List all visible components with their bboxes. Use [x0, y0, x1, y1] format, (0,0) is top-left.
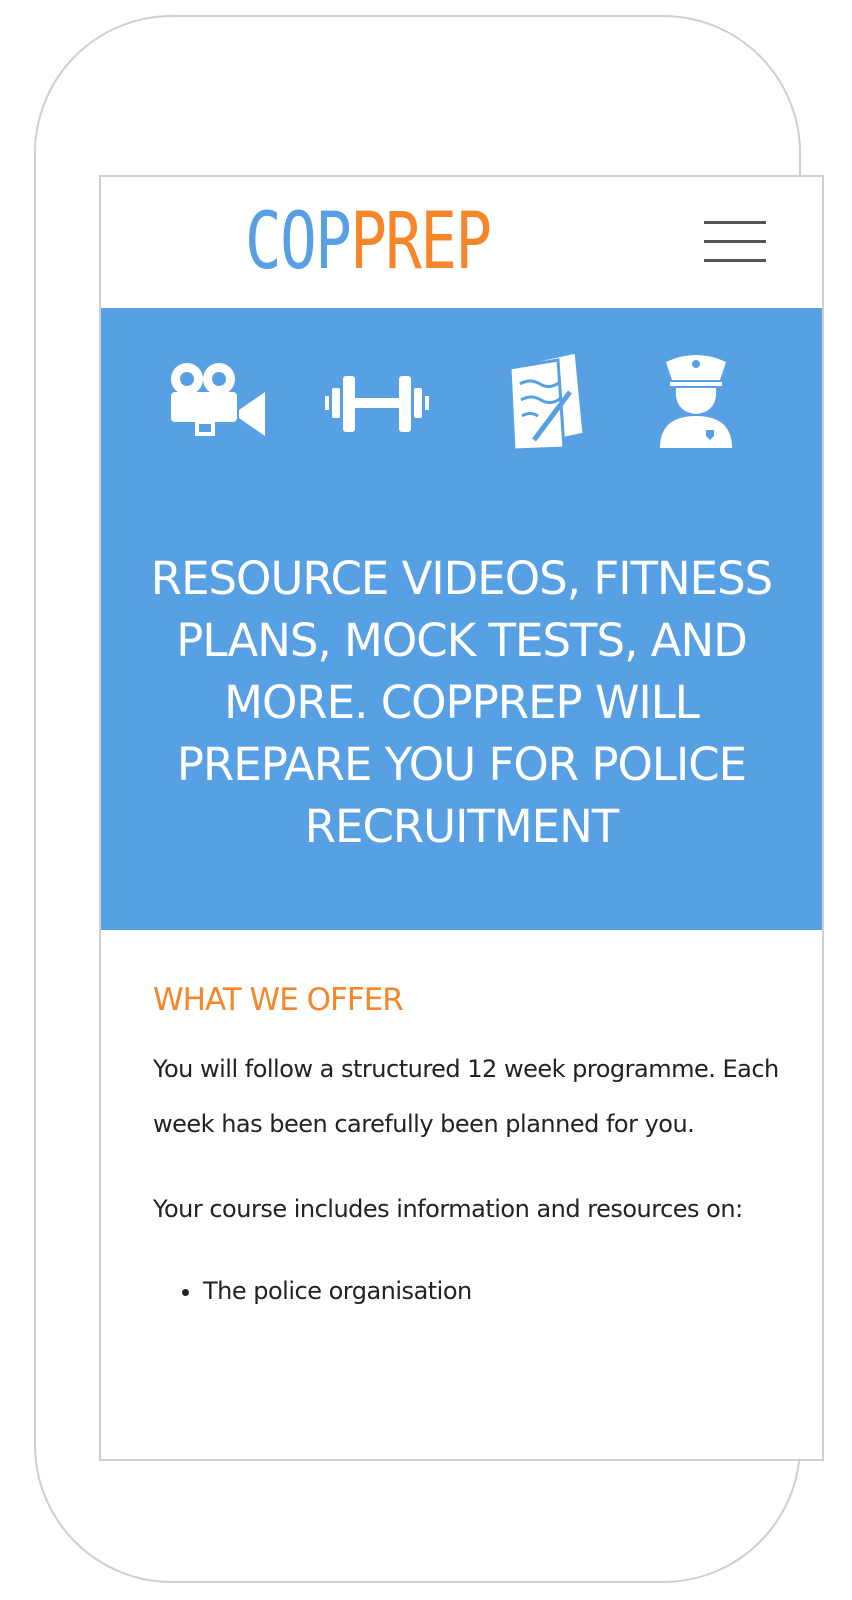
police-officer-icon: [660, 355, 732, 448]
offer-heading: WHAT WE OFFER: [153, 982, 404, 1018]
phone-frame: COPPREP RESOURCE VIDEOS, FITNESS PLANS, …: [34, 15, 824, 1583]
list-item: The police organisation: [203, 1271, 783, 1311]
site-header: COPPREP: [101, 177, 822, 308]
programme-description: You will follow a structured 12 week pro…: [153, 1055, 779, 1138]
logo-prep-text: PREP: [350, 197, 492, 287]
hamburger-menu-icon[interactable]: [704, 221, 766, 263]
documents-icon: [508, 350, 586, 452]
hero-headline: RESOURCE VIDEOS, FITNESS PLANS, MOCK TES…: [150, 552, 773, 854]
logo-cop-text: COP: [245, 197, 352, 287]
dumbbell-icon: [325, 376, 429, 432]
offer-section: WHAT WE OFFER You will follow a structur…: [153, 930, 783, 1311]
course-includes-text: Your course includes information and res…: [153, 1195, 743, 1223]
hero-banner: RESOURCE VIDEOS, FITNESS PLANS, MOCK TES…: [101, 308, 822, 930]
copprep-logo[interactable]: COPPREP: [245, 197, 492, 287]
phone-screen: COPPREP RESOURCE VIDEOS, FITNESS PLANS, …: [99, 175, 824, 1461]
movie-camera-icon: [171, 363, 265, 436]
resource-list: The police organisation: [153, 1271, 783, 1311]
